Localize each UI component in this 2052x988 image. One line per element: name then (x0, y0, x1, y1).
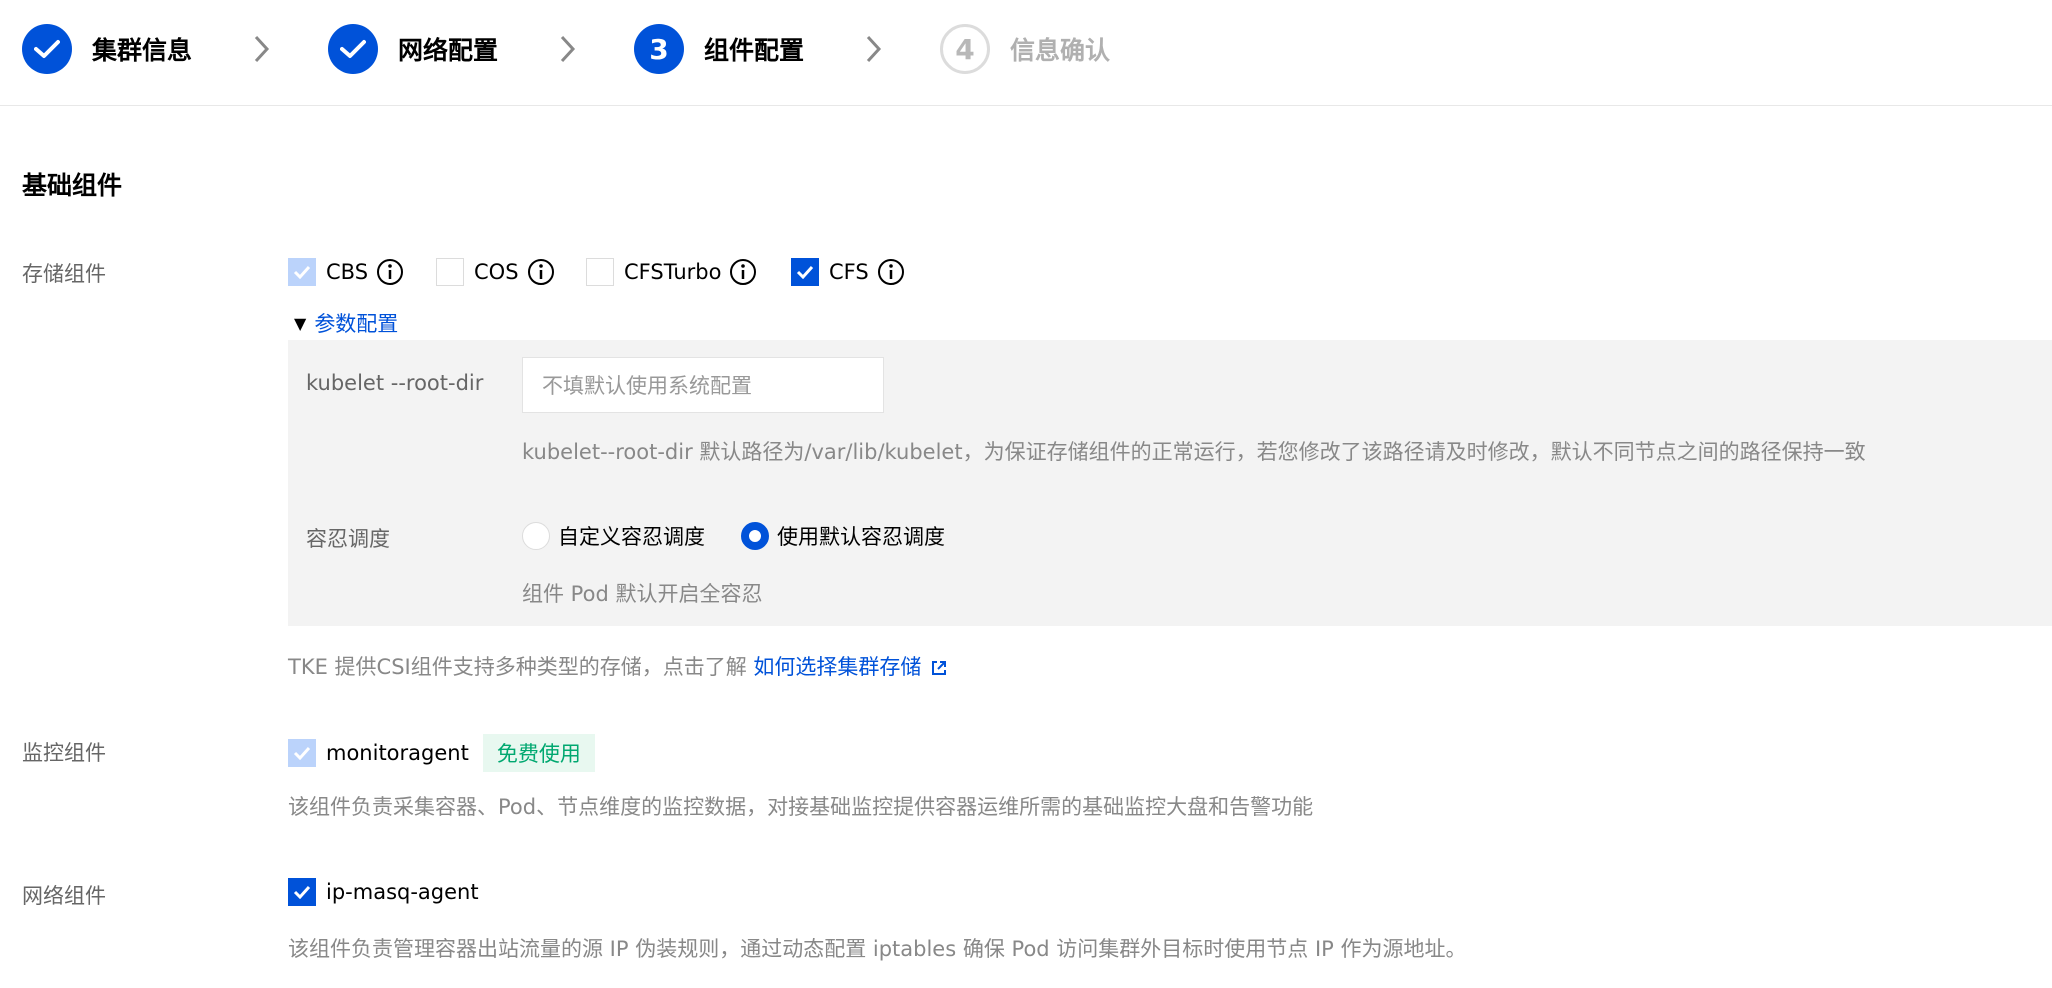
checkbox-label: CBS (326, 260, 369, 284)
step-label: 信息确认 (1010, 36, 1111, 65)
checkbox-label: ip-masq-agent (326, 880, 479, 904)
checkbox-box (586, 258, 614, 286)
caret-down-icon: ▼ (294, 313, 307, 333)
chevron-right-icon (866, 35, 882, 63)
step-number: 3 (634, 24, 684, 74)
steps-bar: 集群信息 网络配置 3 组件配置 4 信息确认 (0, 0, 2052, 106)
checkbox-cbs[interactable]: CBS (288, 258, 404, 286)
info-icon[interactable] (877, 258, 905, 286)
step-number: 4 (940, 24, 990, 74)
checkbox-box (288, 878, 316, 906)
monitor-help: 该组件负责采集容器、Pod、节点维度的监控数据，对接基础监控提供容器运维所需的基… (288, 795, 1314, 819)
info-icon[interactable] (729, 258, 757, 286)
param-config-panel: kubelet --root-dir 不填默认使用系统配置 kubelet--r… (288, 340, 2052, 626)
info-icon[interactable] (376, 258, 404, 286)
section-title: 基础组件 (22, 171, 123, 200)
step-network-config[interactable]: 网络配置 (328, 23, 498, 75)
checkbox-label: CFS (829, 260, 869, 284)
root-dir-input[interactable]: 不填默认使用系统配置 (522, 357, 884, 413)
network-help: 该组件负责管理容器出站流量的源 IP 伪装规则，通过动态配置 iptables … (288, 937, 1467, 961)
checkbox-label: CFSTurbo (624, 260, 722, 284)
check-icon (328, 24, 378, 74)
checkbox-cfs[interactable]: CFS (791, 258, 905, 286)
checkbox-label: monitoragent (326, 741, 469, 765)
step-label: 集群信息 (92, 36, 193, 65)
checkbox-label: COS (474, 260, 519, 284)
checkbox-box (288, 258, 316, 286)
external-link-icon[interactable] (929, 658, 949, 678)
chevron-right-icon (254, 35, 270, 63)
chevron-right-icon (560, 35, 576, 63)
root-dir-help: kubelet--root-dir 默认路径为/var/lib/kubelet，… (522, 440, 1866, 464)
checkbox-cfsturbo[interactable]: CFSTurbo (586, 258, 757, 286)
checkbox-box (436, 258, 464, 286)
info-icon[interactable] (527, 258, 555, 286)
step-label: 组件配置 (704, 36, 805, 65)
checkbox-ip-masq-agent[interactable]: ip-masq-agent (288, 878, 479, 906)
checkbox-box (791, 258, 819, 286)
free-badge: 免费使用 (482, 734, 595, 772)
storage-help: TKE 提供CSI组件支持多种类型的存储，点击了解 如何选择集群存储 (288, 651, 949, 681)
step-cluster-info[interactable]: 集群信息 (22, 23, 192, 75)
radio-custom-toleration[interactable]: 自定义容忍调度 (522, 521, 705, 551)
network-label: 网络组件 (22, 884, 106, 908)
checkbox-monitoragent[interactable]: monitoragent 免费使用 (288, 734, 595, 772)
toleration-help: 组件 Pod 默认开启全容忍 (522, 582, 763, 606)
radio-label: 自定义容忍调度 (558, 525, 705, 549)
storage-label: 存储组件 (22, 262, 106, 286)
monitor-label: 监控组件 (22, 741, 106, 765)
root-dir-label: kubelet --root-dir (306, 371, 484, 395)
storage-help-text: TKE 提供CSI组件支持多种类型的存储，点击了解 (288, 655, 754, 679)
storage-help-link[interactable]: 如何选择集群存储 (753, 655, 921, 679)
step-component-config[interactable]: 3 组件配置 (634, 23, 804, 75)
checkbox-box (288, 739, 316, 767)
radio-default-toleration[interactable]: 使用默认容忍调度 (741, 521, 945, 551)
param-config-toggle[interactable]: ▼ 参数配置 (294, 308, 398, 338)
checkbox-cos[interactable]: COS (436, 258, 555, 286)
radio-circle-selected (741, 522, 769, 550)
toleration-label: 容忍调度 (306, 527, 390, 551)
step-label: 网络配置 (398, 36, 499, 65)
param-config-label: 参数配置 (314, 312, 399, 336)
step-info-confirm[interactable]: 4 信息确认 (940, 23, 1110, 75)
radio-circle (522, 522, 550, 550)
check-icon (22, 24, 72, 74)
radio-label: 使用默认容忍调度 (777, 525, 945, 549)
